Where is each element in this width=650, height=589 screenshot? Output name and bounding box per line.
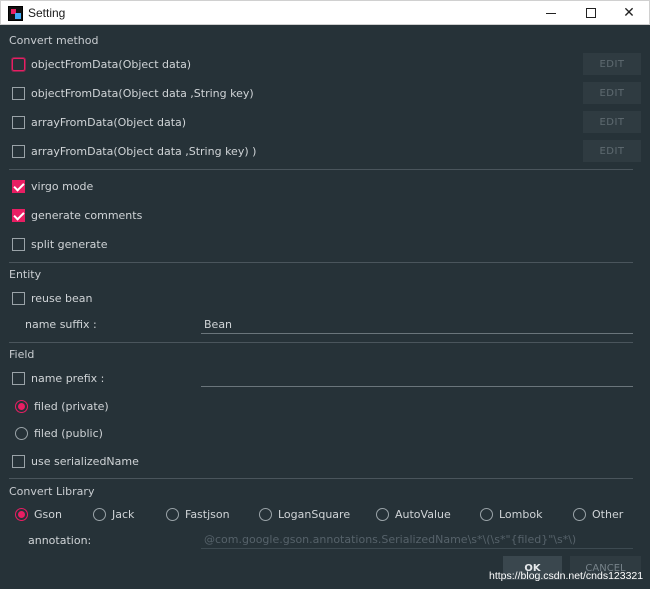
title-bar: Setting ✕: [0, 0, 650, 25]
name-suffix-input[interactable]: Bean: [201, 316, 633, 334]
use-serialized-name-option[interactable]: use serializedName: [12, 453, 139, 469]
name-prefix-checkbox[interactable]: [12, 371, 25, 385]
lombok-label: Lombok: [499, 507, 543, 521]
use-serialized-name-checkbox[interactable]: [12, 454, 25, 468]
window-title: Setting: [28, 6, 66, 20]
jack-label: Jack: [112, 507, 135, 521]
virgo-mode-option[interactable]: virgo mode: [12, 178, 93, 194]
settings-content: Convert method objectFromData(Object dat…: [0, 25, 650, 589]
edit-button-1[interactable]: EDIT: [583, 82, 641, 104]
fastjson-radio[interactable]: [166, 507, 179, 521]
array-from-data-checkbox[interactable]: [12, 115, 25, 129]
library-option-autovalue[interactable]: AutoValue: [376, 506, 451, 522]
library-option-logansquare[interactable]: LoganSquare: [259, 506, 350, 522]
name-suffix-label: name suffix :: [25, 318, 97, 331]
array-from-data-key-label: arrayFromData(Object data ,String key) ): [31, 144, 257, 158]
jack-radio[interactable]: [93, 507, 106, 521]
generate-comments-label: generate comments: [31, 208, 143, 222]
divider: [9, 169, 633, 170]
edit-button-3[interactable]: EDIT: [583, 140, 641, 162]
logansquare-radio[interactable]: [259, 507, 272, 521]
library-option-jack[interactable]: Jack: [93, 506, 134, 522]
divider: [9, 342, 633, 343]
convert-method-item-0[interactable]: objectFromData(Object data): [12, 56, 191, 72]
field-heading: Field: [9, 348, 35, 361]
library-option-gson[interactable]: Gson: [15, 506, 62, 522]
entity-heading: Entity: [9, 268, 42, 281]
watermark-text: https://blog.csdn.net/cnds123321: [489, 570, 644, 582]
generate-comments-checkbox[interactable]: [12, 208, 25, 222]
reuse-bean-option[interactable]: reuse bean: [12, 290, 92, 306]
other-radio[interactable]: [573, 507, 586, 521]
annotation-input[interactable]: @com.google.gson.annotations.SerializedN…: [201, 531, 633, 549]
divider: [9, 262, 633, 263]
filed-public-radio[interactable]: [15, 426, 28, 440]
convert-method-item-2[interactable]: arrayFromData(Object data): [12, 114, 186, 130]
other-label: Other: [592, 507, 624, 521]
logansquare-label: LoganSquare: [278, 507, 351, 521]
array-from-data-label: arrayFromData(Object data): [31, 115, 187, 129]
reuse-bean-checkbox[interactable]: [12, 291, 25, 305]
array-from-data-key-checkbox[interactable]: [12, 144, 25, 158]
filed-private-option[interactable]: filed (private): [15, 398, 109, 414]
filed-public-label: filed (public): [34, 426, 103, 440]
object-from-data-key-checkbox[interactable]: [12, 86, 25, 100]
filed-private-label: filed (private): [34, 399, 109, 413]
library-option-fastjson[interactable]: Fastjson: [166, 506, 230, 522]
convert-library-heading: Convert Library: [9, 485, 95, 498]
annotation-label: annotation:: [28, 534, 92, 547]
name-prefix-label: name prefix :: [31, 371, 105, 385]
filed-public-option[interactable]: filed (public): [15, 425, 103, 441]
object-from-data-label: objectFromData(Object data): [31, 57, 192, 71]
convert-method-heading: Convert method: [9, 34, 99, 47]
object-from-data-key-label: objectFromData(Object data ,String key): [31, 86, 254, 100]
convert-method-item-3[interactable]: arrayFromData(Object data ,String key) ): [12, 143, 256, 159]
use-serialized-name-label: use serializedName: [31, 454, 139, 468]
close-icon[interactable]: ✕: [607, 1, 650, 25]
convert-method-item-1[interactable]: objectFromData(Object data ,String key): [12, 85, 254, 101]
lombok-radio[interactable]: [480, 507, 493, 521]
fastjson-label: Fastjson: [185, 507, 230, 521]
virgo-mode-label: virgo mode: [31, 179, 94, 193]
virgo-mode-checkbox[interactable]: [12, 179, 25, 193]
divider: [9, 478, 633, 479]
edit-button-0[interactable]: EDIT: [583, 53, 641, 75]
generate-comments-option[interactable]: generate comments: [12, 207, 142, 223]
intellij-app-icon: [8, 6, 23, 21]
minimize-icon[interactable]: [529, 1, 573, 25]
filed-private-radio[interactable]: [15, 399, 28, 413]
reuse-bean-label: reuse bean: [31, 291, 93, 305]
name-prefix-input[interactable]: [201, 369, 633, 387]
gson-radio[interactable]: [15, 507, 28, 521]
object-from-data-checkbox[interactable]: [12, 57, 25, 71]
name-prefix-option[interactable]: name prefix :: [12, 370, 104, 386]
split-generate-checkbox[interactable]: [12, 237, 25, 251]
gson-label: Gson: [34, 507, 62, 521]
library-option-lombok[interactable]: Lombok: [480, 506, 542, 522]
edit-button-2[interactable]: EDIT: [583, 111, 641, 133]
autovalue-radio[interactable]: [376, 507, 389, 521]
split-generate-option[interactable]: split generate: [12, 236, 107, 252]
autovalue-label: AutoValue: [395, 507, 451, 521]
library-option-other[interactable]: Other: [573, 506, 623, 522]
split-generate-label: split generate: [31, 237, 108, 251]
